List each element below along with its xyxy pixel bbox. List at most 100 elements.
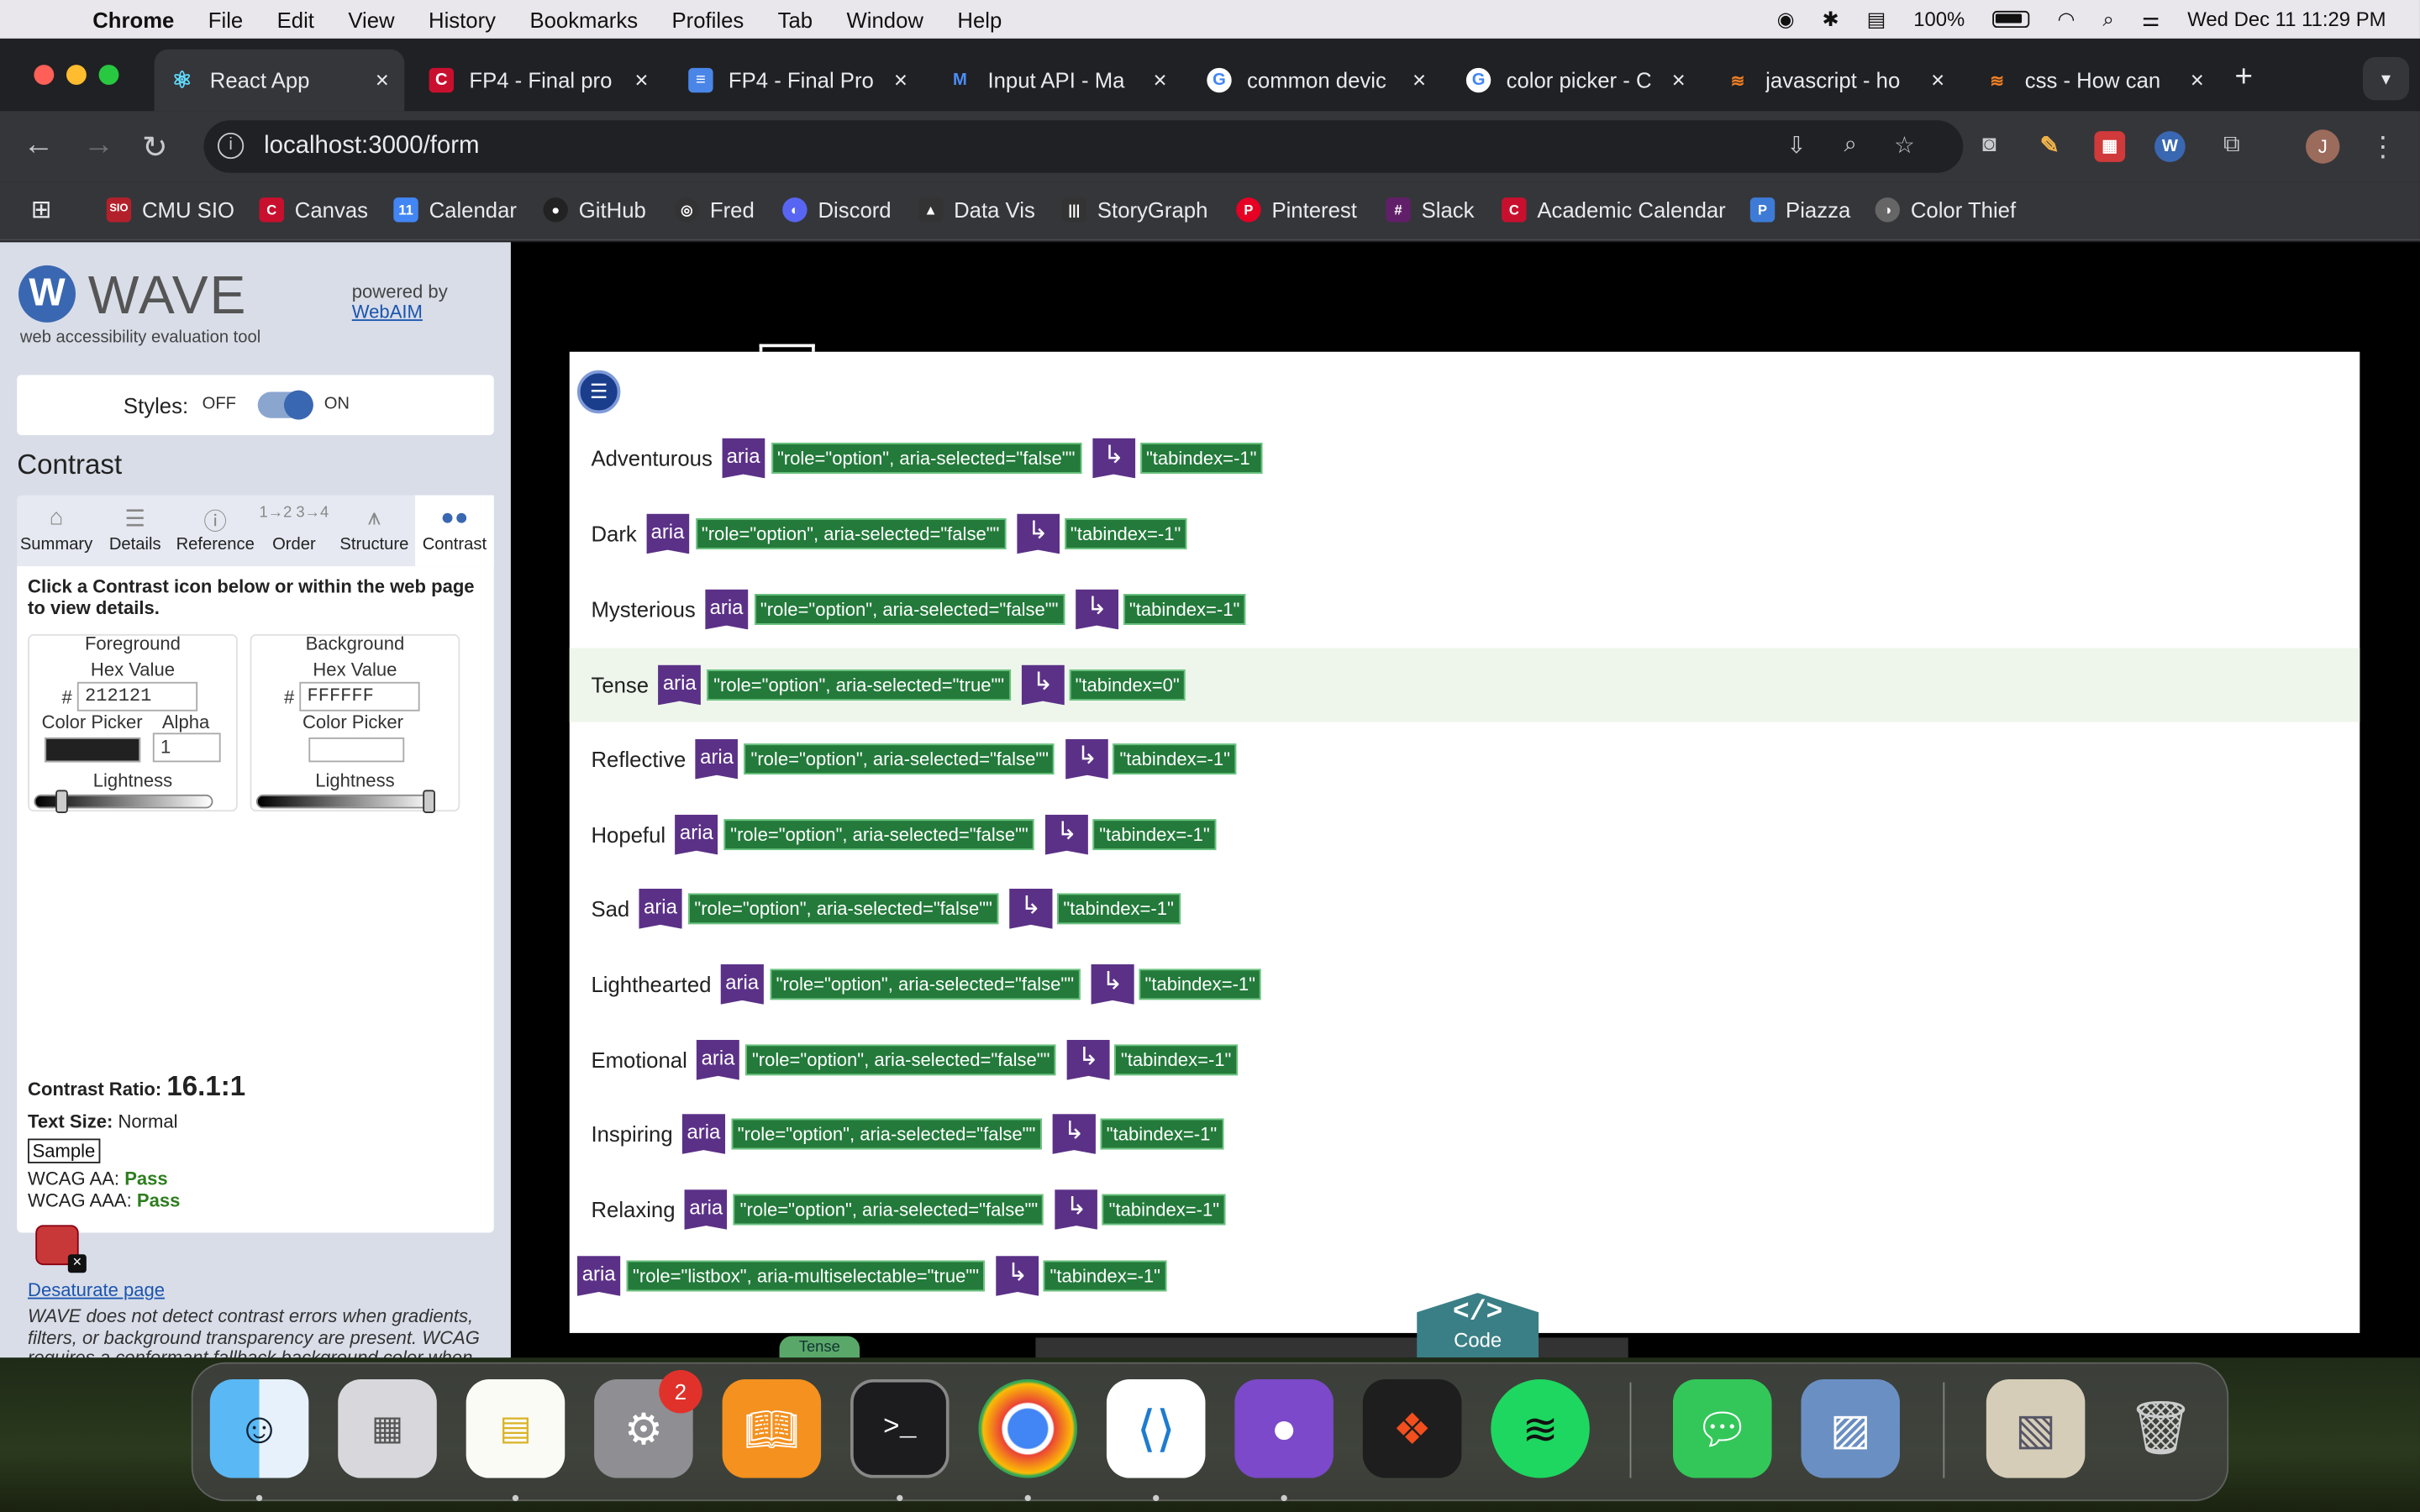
extensions-puzzle-icon[interactable]: ⧉ xyxy=(2217,131,2248,162)
close-tab-icon[interactable]: × xyxy=(2191,67,2204,93)
bookmark-color-thief[interactable]: ◑ Color Thief xyxy=(1875,197,2016,223)
tab-summary[interactable]: ⌂ Summary xyxy=(17,496,96,566)
bookmark-fred[interactable]: ◎ Fred xyxy=(674,197,755,223)
option-row[interactable]: Lighthearted aria "role="option", aria-s… xyxy=(570,948,2360,1021)
fg-lightness-handle[interactable] xyxy=(55,790,68,813)
minimize-window-button[interactable] xyxy=(66,65,87,86)
option-row[interactable]: Adventurous aria "role="option", aria-se… xyxy=(570,421,2360,495)
bookmark-academic-calendar[interactable]: C Academic Calendar xyxy=(1502,197,1726,223)
chrome-icon[interactable] xyxy=(978,1379,1078,1478)
bookmark-storygraph[interactable]: ||| StoryGraph xyxy=(1061,197,1207,223)
bookmark-discord[interactable]: ◐ Discord xyxy=(782,197,892,223)
tabindex-icon[interactable]: ↳ xyxy=(1052,1114,1096,1154)
preview-icon[interactable]: ▨ xyxy=(1801,1379,1900,1478)
notes-icon[interactable]: ▤ xyxy=(466,1379,566,1478)
clock[interactable]: Wed Dec 11 11:29 PM xyxy=(2187,8,2386,31)
option-row[interactable]: Emotional aria "role="option", aria-sele… xyxy=(570,1023,2360,1097)
terminal-icon[interactable]: >_ xyxy=(850,1379,950,1478)
wave-extension-icon[interactable]: W xyxy=(2154,131,2186,162)
tabindex-icon[interactable]: ↳ xyxy=(1092,438,1136,479)
menu-help[interactable]: Help xyxy=(957,7,1002,31)
tabindex-icon[interactable]: ↳ xyxy=(1044,814,1089,855)
bg-hex-input[interactable]: FFFFFF xyxy=(299,681,420,711)
messages-icon[interactable]: 💬︎ xyxy=(1672,1379,1772,1478)
aria-icon[interactable]: aria xyxy=(695,738,739,780)
close-tab-icon[interactable]: × xyxy=(1153,67,1166,93)
reload-icon[interactable]: ↻ xyxy=(142,128,168,166)
bg-lightness-handle[interactable] xyxy=(423,790,435,813)
bg-lightness-slider[interactable] xyxy=(255,794,435,809)
close-tab-icon[interactable]: × xyxy=(1931,67,1944,93)
spotlight-icon[interactable]: ⌕ xyxy=(2102,7,2113,31)
option-row[interactable]: Relaxing aria "role="option", aria-selec… xyxy=(570,1173,2360,1247)
tab-color-picker[interactable]: G color picker - C × xyxy=(1450,50,1701,111)
aria-icon[interactable]: aria xyxy=(639,888,682,929)
menu-window[interactable]: Window xyxy=(847,7,923,31)
tab-fp4-docs[interactable]: ≡ FP4 - Final Pro × xyxy=(673,50,923,111)
new-tab-icon[interactable]: + xyxy=(2235,60,2253,96)
aria-icon[interactable]: aria xyxy=(675,814,718,855)
keyboard-icon[interactable]: ▤ xyxy=(1867,7,1886,31)
aria-icon[interactable]: aria xyxy=(576,1256,621,1296)
bluetooth-icon[interactable]: ✱ xyxy=(1822,7,1839,31)
fg-hex-input[interactable]: 212121 xyxy=(76,681,198,711)
aria-icon[interactable]: aria xyxy=(720,963,764,1005)
bg-color-swatch[interactable] xyxy=(308,737,405,763)
tabindex-icon[interactable]: ↳ xyxy=(1075,589,1119,630)
system-settings-icon[interactable]: ⚙ 2 xyxy=(594,1369,702,1478)
bookmark-slack[interactable]: # Slack xyxy=(1386,197,1474,223)
address-bar[interactable]: i localhost:3000/form ⇩ ⌕ ☆ xyxy=(203,120,1964,173)
option-row[interactable]: Hopeful aria "role="option", aria-select… xyxy=(570,798,2360,872)
tab-contrast[interactable]: ●● Contrast xyxy=(415,495,494,567)
tab-details[interactable]: ☰ Details xyxy=(96,496,175,566)
bookmark-star-icon[interactable]: ☆ xyxy=(1889,131,1920,162)
tabindex-icon[interactable]: ↳ xyxy=(1066,1039,1111,1080)
list-structure-icon[interactable]: ☰ xyxy=(576,370,621,414)
tab-javascript-so[interactable]: ≋ javascript - ho × xyxy=(1710,50,1960,111)
menu-app-name[interactable]: Chrome xyxy=(92,7,174,31)
books-icon[interactable]: 📖︎ xyxy=(722,1379,822,1478)
tab-react-app[interactable]: ⚛ React App × xyxy=(154,49,405,112)
downloads-stack-icon[interactable]: ▧ xyxy=(1986,1379,2086,1478)
close-window-button[interactable] xyxy=(34,65,55,86)
tab-order[interactable]: 1→2 3→4 Order xyxy=(255,496,334,566)
tabindex-icon[interactable]: ↳ xyxy=(1009,888,1053,929)
tabindex-icon[interactable]: ↳ xyxy=(1021,664,1065,706)
aria-icon[interactable]: aria xyxy=(658,664,702,706)
fg-alpha-input[interactable]: 1 xyxy=(152,732,221,763)
aria-icon[interactable]: aria xyxy=(684,1189,728,1230)
tab-structure[interactable]: ⩚ Structure xyxy=(335,496,414,566)
aria-icon[interactable]: aria xyxy=(645,513,690,554)
spotify-icon[interactable]: ≋ xyxy=(1491,1379,1590,1478)
close-tab-icon[interactable]: × xyxy=(1672,67,1686,93)
close-tab-icon[interactable]: × xyxy=(376,67,389,93)
tab-css-so[interactable]: ≋ css - How can × xyxy=(1970,50,2220,111)
vscode-icon[interactable]: ⟨⟩ xyxy=(1106,1379,1206,1478)
aria-icon[interactable]: aria xyxy=(704,589,749,630)
aria-icon[interactable]: aria xyxy=(696,1039,740,1080)
forward-icon[interactable]: → xyxy=(83,128,114,163)
tabindex-icon[interactable]: ↳ xyxy=(996,1256,1039,1296)
bookmark-data-vis[interactable]: ▲ Data Vis xyxy=(918,197,1035,223)
webaim-link[interactable]: WebAIM xyxy=(352,301,423,323)
option-row[interactable]: Reflective aria "role="option", aria-sel… xyxy=(570,722,2360,796)
bookmark-piazza[interactable]: P Piazza xyxy=(1749,197,1850,223)
bookmark-canvas[interactable]: C Canvas xyxy=(259,197,368,223)
back-icon[interactable]: ← xyxy=(24,128,55,163)
styles-toggle[interactable] xyxy=(257,390,313,420)
install-app-icon[interactable]: ⇩ xyxy=(1781,131,1812,162)
bookmark-cmu-sio[interactable]: SIO CMU SIO xyxy=(106,197,234,223)
battery-icon[interactable] xyxy=(1992,10,2030,29)
tabindex-icon[interactable]: ↳ xyxy=(1065,738,1109,780)
aria-icon[interactable]: aria xyxy=(721,438,765,479)
menu-edit[interactable]: Edit xyxy=(277,7,314,31)
bookmark-github[interactable]: ● GitHub xyxy=(543,197,646,223)
aria-icon[interactable]: aria xyxy=(681,1114,726,1154)
launchpad-icon[interactable]: ▦ xyxy=(338,1379,437,1478)
control-center-icon[interactable]: ⚌ xyxy=(2142,7,2160,31)
tabindex-icon[interactable]: ↳ xyxy=(1055,1189,1098,1230)
option-row[interactable]: Inspiring aria "role="option", aria-sele… xyxy=(570,1097,2360,1171)
desaturate-link[interactable]: Desaturate page xyxy=(28,1279,165,1301)
github-desktop-icon[interactable]: ● xyxy=(1234,1379,1334,1478)
trash-icon[interactable]: 🗑︎ xyxy=(2112,1379,2211,1478)
